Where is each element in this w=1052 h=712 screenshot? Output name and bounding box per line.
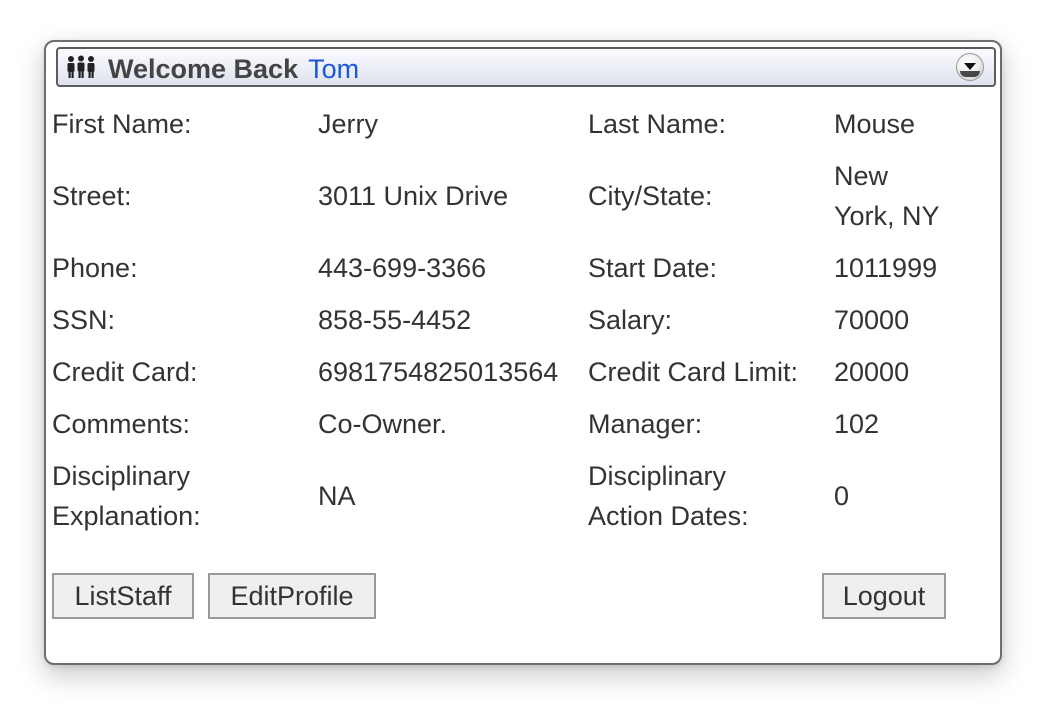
last-name-label: Last Name:	[588, 109, 727, 139]
street-label: Street:	[52, 181, 132, 211]
welcome-greeting: Welcome Back	[108, 54, 299, 84]
staff-group-icon	[67, 55, 95, 78]
ssn-label: SSN:	[52, 305, 116, 335]
manager-label: Manager:	[588, 409, 703, 439]
salary-label: Salary:	[588, 305, 673, 335]
comments-value: Co-Owner.	[318, 409, 448, 439]
city-state-value-line2: York, NY	[834, 201, 940, 231]
current-user-name: Tom	[308, 54, 360, 84]
salary-value: 70000	[834, 305, 910, 335]
phone-label: Phone:	[52, 253, 138, 283]
phone-value: 443-699-3366	[318, 253, 487, 283]
panel-header: Welcome Back Tom	[56, 47, 996, 87]
credit-limit-value: 20000	[834, 357, 910, 387]
disciplinary-dates-value: 0	[834, 481, 850, 511]
welcome-panel: Welcome Back Tom First Name: Jerry Last N…	[44, 40, 1002, 665]
page: Welcome Back Tom First Name: Jerry Last N…	[0, 0, 1052, 712]
disciplinary-explanation-value: NA	[318, 481, 356, 511]
start-date-label: Start Date:	[588, 253, 718, 283]
first-name-value: Jerry	[318, 109, 378, 139]
disciplinary-explanation-label-line1: Disciplinary	[52, 461, 191, 491]
start-date-value: 1011999	[834, 253, 938, 283]
disciplinary-explanation-label-line2: Explanation:	[52, 501, 201, 531]
edit-profile-button[interactable]: EditProfile	[208, 573, 376, 619]
credit-limit-label: Credit Card Limit:	[588, 357, 799, 387]
street-value: 3011 Unix Drive	[318, 181, 509, 211]
city-state-label: City/State:	[588, 181, 713, 211]
credit-card-value: 6981754825013564	[318, 357, 559, 387]
panel-title: Welcome Back Tom	[108, 53, 359, 85]
logout-button[interactable]: Logout	[822, 573, 946, 619]
collapse-down-icon[interactable]	[956, 53, 984, 81]
credit-card-label: Credit Card:	[52, 357, 198, 387]
collapse-triangle	[964, 63, 976, 70]
comments-label: Comments:	[52, 409, 191, 439]
collapse-shade	[960, 71, 980, 77]
city-state-value-line1: New	[834, 161, 889, 191]
list-staff-button[interactable]: ListStaff	[52, 573, 194, 619]
disciplinary-dates-label-line1: Disciplinary	[588, 461, 727, 491]
manager-value: 102	[834, 409, 880, 439]
last-name-value: Mouse	[834, 109, 916, 139]
first-name-label: First Name:	[52, 109, 192, 139]
disciplinary-dates-label-line2: Action Dates:	[588, 501, 749, 531]
ssn-value: 858-55-4452	[318, 305, 472, 335]
